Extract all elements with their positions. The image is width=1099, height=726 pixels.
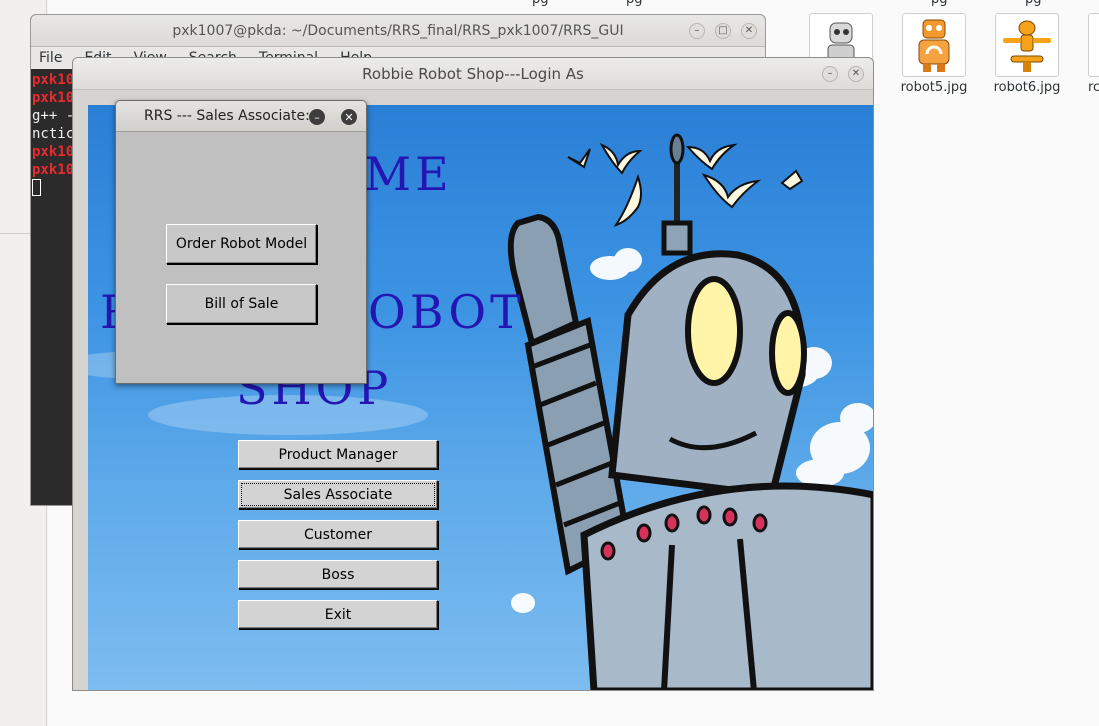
welcome-heading: ME [364, 147, 453, 201]
minimize-icon[interactable]: – [822, 66, 838, 82]
sales-associate-dialog: RRS --- Sales Associate: – ✕ Order Robot… [115, 100, 367, 384]
customer-button[interactable]: Customer [238, 520, 438, 549]
maximize-icon[interactable]: □ [715, 23, 731, 39]
menu-file[interactable]: File [39, 50, 62, 66]
file-caption: pg [626, 0, 643, 7]
bill-of-sale-button[interactable]: Bill of Sale [166, 284, 317, 324]
login-titlebar[interactable]: Robbie Robot Shop---Login As – ✕ [73, 58, 873, 90]
product-manager-button[interactable]: Product Manager [238, 440, 438, 469]
sales-dialog-title: RRS --- Sales Associate: [144, 108, 310, 124]
file-name: robot6.jpg [993, 80, 1061, 95]
file-name: robot5.jpg [900, 80, 968, 95]
minimize-icon[interactable]: – [309, 109, 325, 125]
robot6-thumbnail-icon[interactable] [995, 13, 1059, 77]
sales-associate-button[interactable]: Sales Associate [238, 480, 438, 509]
boss-button[interactable]: Boss [238, 560, 438, 589]
robot-thumbnail-icon[interactable] [1088, 13, 1099, 77]
file-caption: pg [1025, 0, 1042, 7]
robot5-thumbnail-icon[interactable] [902, 13, 966, 77]
file-caption: pg [931, 0, 948, 7]
file-name: rc [1088, 80, 1099, 95]
terminal-titlebar[interactable]: pxk1007@pkda: ~/Documents/RRS_final/RRS_… [31, 15, 765, 47]
welcome-heading: OBOT [368, 285, 525, 339]
sales-dialog-titlebar[interactable]: RRS --- Sales Associate: – ✕ [116, 101, 366, 132]
close-icon[interactable]: ✕ [341, 109, 357, 125]
file-caption: pg [532, 0, 549, 7]
login-window-title: Robbie Robot Shop---Login As [362, 64, 584, 83]
exit-button[interactable]: Exit [238, 600, 438, 629]
close-icon[interactable]: ✕ [848, 66, 864, 82]
terminal-cursor [32, 179, 41, 196]
terminal-title: pxk1007@pkda: ~/Documents/RRS_final/RRS_… [172, 22, 624, 39]
minimize-icon[interactable]: – [689, 23, 705, 39]
close-icon[interactable]: ✕ [741, 23, 757, 39]
order-robot-model-button[interactable]: Order Robot Model [166, 224, 317, 264]
